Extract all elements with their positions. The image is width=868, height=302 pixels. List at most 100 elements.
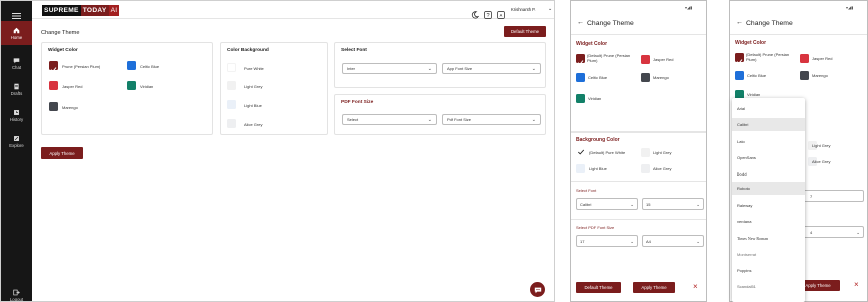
sidebar-item-drafts[interactable]: Drafts [1, 77, 32, 101]
dropdown-item[interactable]: Dodd [732, 168, 805, 181]
help-icon[interactable]: ? [484, 6, 492, 24]
back-arrow-icon[interactable]: ← [577, 19, 584, 26]
pdf-font-size-card: PDF Font Size Select ⌄ Pdf Font Size ⌄ [334, 94, 546, 135]
font-select-value: Calibri [580, 201, 592, 207]
swatch-jasper-red[interactable] [49, 81, 58, 90]
dropdown-item[interactable]: Calibri [732, 118, 805, 131]
sidebar-item-home[interactable]: Home [1, 21, 32, 45]
swatch-viridian[interactable] [576, 94, 585, 103]
swatch-light-grey[interactable] [641, 148, 650, 157]
sidebar-item-explore[interactable]: Explore [1, 129, 32, 153]
swatch-alice-grey[interactable] [641, 164, 650, 173]
default-theme-button[interactable]: Default Theme [576, 282, 621, 293]
pdf-size-value: A4 [646, 238, 651, 244]
check-icon [577, 60, 584, 66]
widget-color-title: Widget Color [576, 41, 608, 47]
swatch-label: Celtic Blue [140, 64, 160, 69]
close-icon[interactable]: × [693, 282, 698, 291]
check-icon [50, 67, 57, 73]
apply-theme-button[interactable]: Apply Theme [41, 147, 83, 159]
pdf-size-select[interactable]: 4 ⌄ [802, 226, 864, 238]
dropdown-item[interactable]: Lato [732, 135, 805, 148]
swatch-celtic-blue[interactable] [127, 61, 136, 70]
dropdown-item[interactable]: OpenSans [732, 151, 805, 164]
swatch-marengo[interactable] [49, 102, 58, 111]
swatch-prune[interactable] [49, 61, 58, 73]
chevron-down-icon: ⌄ [427, 117, 432, 123]
svg-text:A: A [500, 13, 503, 18]
pdf-font-select[interactable]: Select ⌄ [342, 114, 437, 125]
dropdown-item[interactable]: Roboto [732, 182, 805, 195]
page-title: Change Theme [746, 20, 793, 27]
sidebar-item-history[interactable]: History [1, 103, 32, 127]
widget-color-section: Widget Color (Default) Prune (Persian Pl… [571, 34, 706, 132]
swatch-viridian[interactable] [127, 81, 136, 90]
swatch-celtic-blue[interactable] [576, 73, 585, 82]
swatch-marengo[interactable] [641, 73, 650, 82]
swatch-alice-grey[interactable] [227, 119, 236, 128]
sidebar-item-chat[interactable]: Chat [1, 51, 32, 75]
dropdown-item[interactable]: Scandal51 [732, 280, 805, 293]
chevron-down-icon[interactable]: ⌄ [548, 6, 552, 12]
pdf-size-select[interactable]: Pdf Font Size ⌄ [442, 114, 541, 125]
sidebar-item-label: Explore [9, 142, 24, 148]
app-font-size-value: App Font Size [447, 66, 473, 71]
mobile-view-1: ▾◢▮ ← Change Theme Widget Color (Default… [570, 0, 707, 302]
sidebar-item-label: Drafts [10, 90, 23, 96]
translate-icon[interactable]: A [497, 6, 505, 24]
background-color-section: Backgroung Color (Default) Pure White Li… [571, 132, 706, 182]
drafts-icon [14, 83, 19, 89]
swatch-label: (Default) Pure White [589, 150, 626, 155]
pdf-size-select[interactable]: A4 ⌄ [642, 235, 704, 247]
pdf-font-select[interactable]: 17 ⌄ [576, 235, 638, 247]
swatch-prune[interactable] [576, 54, 585, 66]
swatch-marengo[interactable] [800, 71, 809, 80]
status-icons: ▾◢▮ [846, 5, 854, 10]
dropdown-item[interactable]: Times New Roman [732, 232, 805, 245]
theme-moon-icon[interactable] [471, 6, 480, 24]
logo-text-today: TODAY [80, 5, 109, 16]
swatch-celtic-blue[interactable] [735, 71, 744, 80]
dropdown-item[interactable]: Raleway [732, 199, 805, 212]
swatch-light-grey[interactable] [227, 81, 236, 90]
swatch-label: Light Blue [589, 166, 607, 171]
menu-icon[interactable] [12, 6, 21, 19]
font-size-value: 7 [810, 193, 813, 199]
swatch-jasper-red[interactable] [800, 54, 809, 63]
status-bar: ▾◢▮ [571, 1, 706, 15]
status-icons: ▾◢▮ [685, 5, 693, 10]
chat-icon [534, 287, 541, 293]
swatch-jasper-red[interactable] [641, 55, 650, 64]
sidebar-item-logout[interactable]: Logout [1, 283, 32, 301]
dropdown-item[interactable]: verdana [732, 215, 805, 228]
swatch-prune[interactable] [735, 53, 744, 65]
chevron-down-icon: ⌄ [531, 66, 536, 72]
swatch-light-blue[interactable] [227, 100, 236, 109]
check-icon [578, 149, 585, 155]
chat-bubble-button[interactable] [530, 282, 545, 297]
swatch-label: (Default) Prune (Persian Plum) [746, 52, 790, 62]
logo[interactable]: SUPREME TODAY AI [42, 5, 120, 16]
font-size-select[interactable]: 7 [802, 190, 864, 202]
font-size-select[interactable]: 15 ⌄ [642, 198, 704, 210]
widget-color-card: Widget Color Prune (Persian Plum) Celtic… [41, 42, 213, 135]
app-font-size-select[interactable]: App Font Size ⌄ [442, 63, 541, 74]
swatch-label: Alice Grey [653, 166, 672, 171]
font-select[interactable]: Inter ⌄ [342, 63, 437, 74]
user-name[interactable]: Krishnanth P. [511, 7, 536, 12]
dropdown-item[interactable]: Poppins [732, 264, 805, 277]
swatch-pure-white[interactable] [227, 63, 236, 72]
font-select[interactable]: Calibri ⌄ [576, 198, 638, 210]
chevron-down-icon: ⌄ [696, 202, 700, 207]
swatch-label: Light Grey [653, 150, 672, 155]
default-theme-button[interactable]: Default Theme [504, 26, 546, 37]
swatch-label: Light Grey [244, 84, 263, 89]
dropdown-item[interactable]: Arial [732, 102, 805, 115]
home-icon [13, 27, 20, 33]
swatch-light-blue[interactable] [576, 164, 585, 173]
close-icon[interactable]: × [854, 280, 859, 289]
dropdown-item[interactable]: Montserrat [732, 248, 805, 261]
back-arrow-icon[interactable]: ← [736, 19, 743, 26]
swatch-label: Prune (Persian Plum) [62, 64, 101, 69]
apply-theme-button[interactable]: Apply Theme [633, 282, 675, 293]
